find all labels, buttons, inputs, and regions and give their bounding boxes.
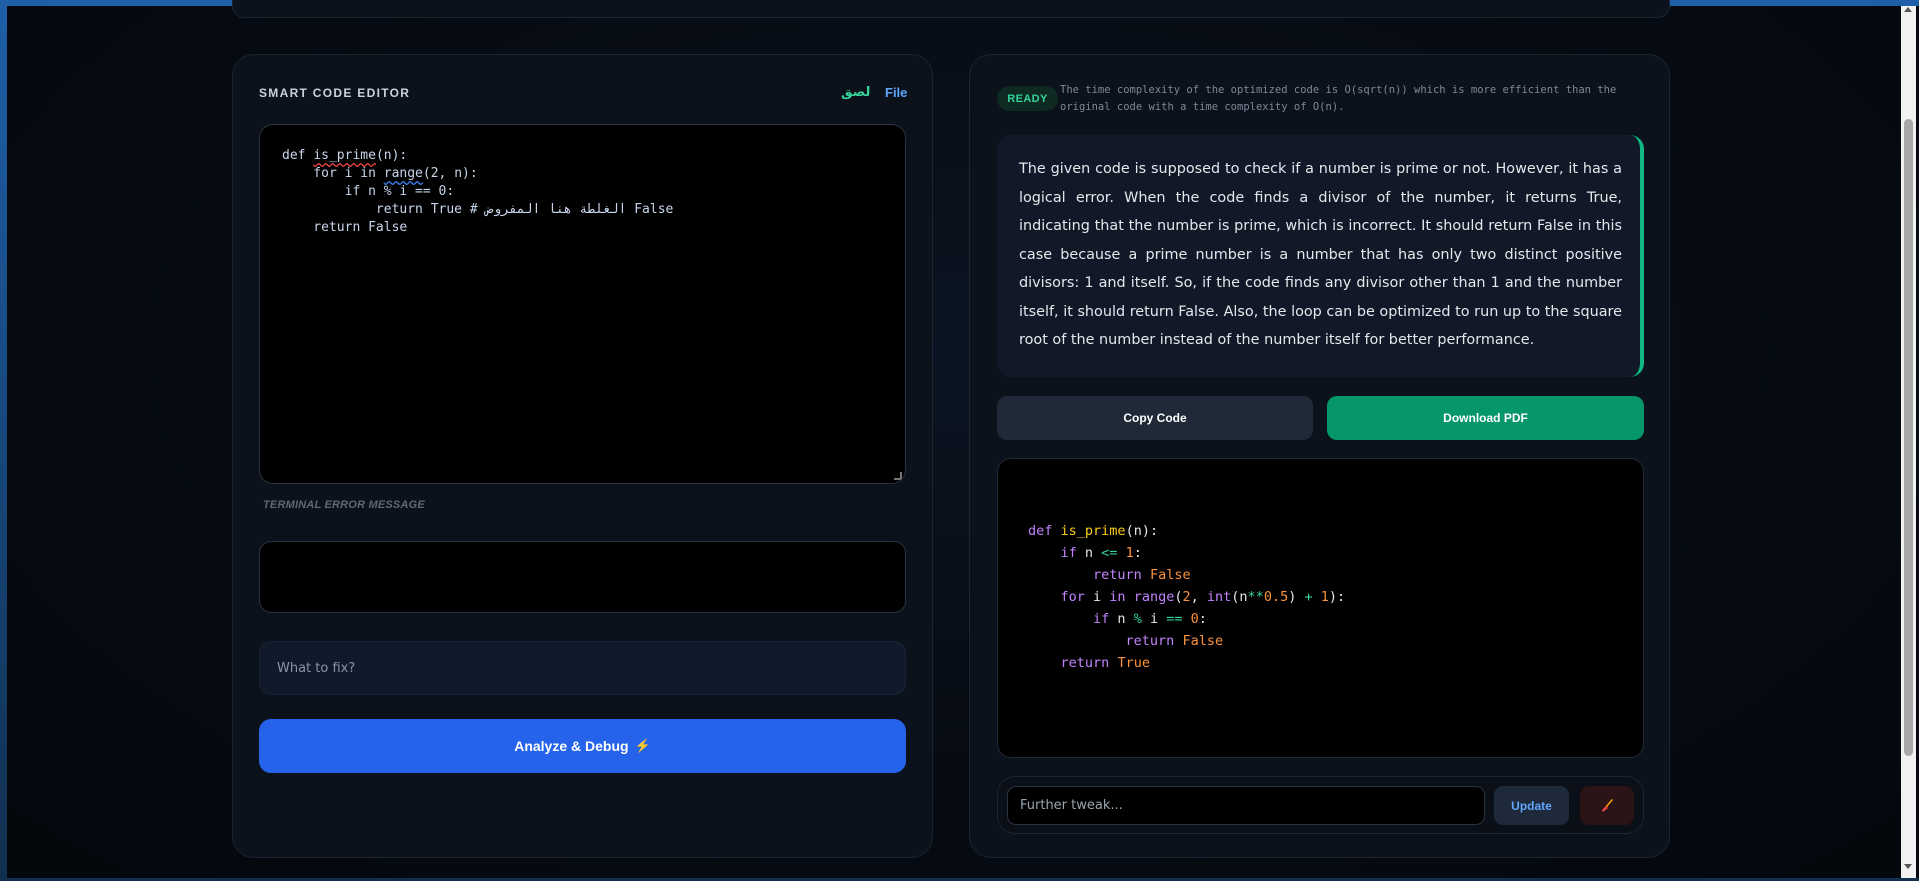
scroll-thumb[interactable] bbox=[1904, 119, 1913, 756]
paste-button[interactable]: لصق bbox=[841, 85, 870, 100]
resize-handle[interactable] bbox=[894, 472, 902, 480]
terminal-error-input[interactable] bbox=[259, 541, 906, 613]
explanation-text: The given code is supposed to check if a… bbox=[1019, 161, 1622, 348]
code-line: if n <= 1: bbox=[1060, 545, 1142, 561]
editor-panel: SMART CODE EDITOR لصق File def is_prime(… bbox=[232, 54, 933, 858]
result-panel: READY The time complexity of the optimiz… bbox=[969, 54, 1670, 858]
header-strip bbox=[232, 0, 1670, 18]
copy-code-button[interactable]: Copy Code bbox=[997, 396, 1313, 440]
code-line: for i in range(2, int(n**0.5) + 1): bbox=[1060, 589, 1346, 605]
analyze-debug-label: Analyze & Debug bbox=[514, 738, 629, 754]
terminal-error-label: TERMINAL ERROR MESSAGE bbox=[263, 499, 425, 511]
code-line: for i in range(2, n): bbox=[282, 166, 478, 181]
code-line: return True # الغلطة هنا المفروض False bbox=[282, 202, 674, 217]
code-line: return False bbox=[1093, 567, 1191, 583]
lightning-icon: ⚡ bbox=[634, 738, 651, 753]
further-tweak-input[interactable] bbox=[1007, 786, 1485, 825]
file-button[interactable]: File bbox=[885, 85, 907, 100]
explanation-card: The given code is supposed to check if a… bbox=[997, 135, 1644, 377]
editor-title: SMART CODE EDITOR bbox=[259, 86, 411, 100]
window-frame-left bbox=[0, 0, 7, 881]
download-pdf-button[interactable]: Download PDF bbox=[1327, 396, 1644, 440]
code-token: range bbox=[383, 166, 423, 181]
scroll-down-arrow-icon[interactable] bbox=[1904, 864, 1912, 869]
scroll-up-arrow-icon[interactable] bbox=[1904, 7, 1912, 12]
code-line: return False bbox=[282, 220, 408, 235]
analyze-debug-button[interactable]: Analyze & Debug ⚡ bbox=[259, 719, 906, 773]
code-token: is_prime bbox=[313, 148, 376, 163]
code-line: if n % i == 0: bbox=[282, 184, 455, 199]
code-line: def is_prime(n): bbox=[282, 148, 408, 163]
code-line: return True bbox=[1060, 655, 1150, 671]
complexity-note: The time complexity of the optimized cod… bbox=[1060, 84, 1617, 113]
broom-icon-glyph bbox=[1602, 798, 1613, 812]
what-to-fix-input[interactable] bbox=[259, 641, 906, 695]
code-line: if n % i == 0: bbox=[1093, 611, 1207, 627]
fixed-code-output: def is_prime(n): if n <= 1: return False… bbox=[997, 458, 1644, 758]
code-editor[interactable]: def is_prime(n): for i in range(2, n): i… bbox=[259, 124, 906, 484]
code-line: return False bbox=[1125, 633, 1224, 649]
tweak-bar: Update bbox=[997, 776, 1644, 834]
status-badge: READY bbox=[997, 86, 1058, 111]
code-line: def is_prime(n): bbox=[1028, 523, 1159, 539]
update-button[interactable]: Update bbox=[1494, 786, 1569, 825]
broom-icon[interactable] bbox=[1580, 786, 1634, 825]
